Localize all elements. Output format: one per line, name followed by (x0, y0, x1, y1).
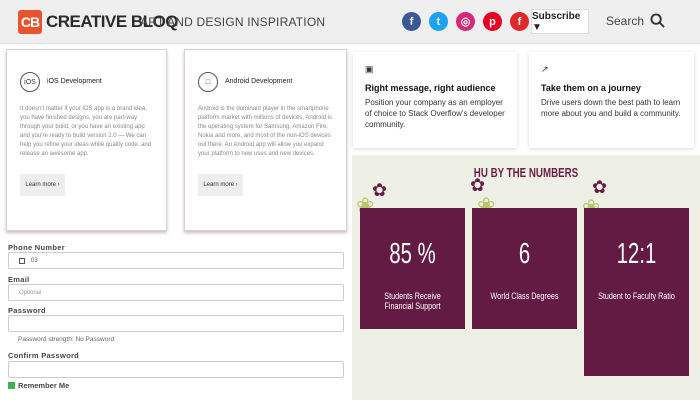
android-icon: □ (198, 72, 218, 92)
twitter-icon[interactable]: t (429, 12, 448, 31)
card-ios: iOS iOS Development It doesn't matter if… (6, 49, 167, 231)
feature-title: Right message, right audience (365, 83, 496, 93)
email-placeholder: Optional (19, 289, 42, 296)
card-title: Android Development (225, 78, 293, 85)
remember-checkbox[interactable] (8, 382, 15, 389)
confirm-password-label: Confirm Password (8, 351, 80, 360)
instagram-icon[interactable]: ◎ (456, 12, 475, 31)
password-strength: Password strength: No Password (18, 336, 115, 343)
card-description: It doesn't matter if your iOS app is a b… (20, 106, 152, 157)
stat-card: 85 % Students Receive Financial Support (360, 208, 465, 329)
learn-more-button[interactable]: Learn more › (198, 174, 243, 196)
feature-description: Drive users down the best path to learn … (541, 98, 681, 118)
stat-card: 12:1 Student to Faculty Ratio (584, 208, 689, 376)
stat-label: Students Receive Financial Support (384, 291, 441, 311)
facebook-icon[interactable]: f (402, 12, 421, 31)
flipboard-icon[interactable]: f (510, 12, 529, 31)
learn-more-button[interactable]: Learn more › (20, 174, 65, 196)
email-input[interactable]: Optional (8, 284, 344, 301)
confirm-password-input[interactable] (8, 361, 344, 378)
password-input[interactable] (8, 315, 344, 332)
tagline: ART AND DESIGN INSPIRATION (140, 15, 326, 29)
message-icon: ▣ (365, 64, 374, 74)
phone-label: Phone Number (8, 243, 65, 252)
feature-description: Position your company as an employer of … (365, 98, 505, 129)
ios-icon: iOS (20, 72, 40, 92)
password-label: Password (8, 306, 46, 315)
stat-value: 12:1 (616, 238, 657, 270)
stat-label: World Class Degrees (490, 291, 559, 301)
feature-title: Take them on a journey (541, 83, 641, 93)
stat-card: 6 World Class Degrees (472, 208, 577, 329)
search-label: Search (606, 13, 645, 28)
site-header: CB CREATIVE BLOQ ART AND DESIGN INSPIRAT… (0, 0, 700, 44)
phone-flag-icon (19, 257, 25, 264)
card-android: □ Android Development Android is the dom… (184, 49, 347, 231)
stat-value: 6 (518, 238, 531, 270)
stat-label: Student to Faculty Ratio (598, 291, 675, 301)
remember-label: Remember Me (18, 381, 70, 390)
phone-input[interactable]: 03 (8, 252, 344, 269)
stat-value: 85 % (389, 238, 436, 270)
email-label: Email (8, 275, 30, 284)
stats-heading: HU BY THE NUMBERS (473, 165, 579, 180)
phone-value: 03 (31, 257, 38, 264)
pinterest-icon[interactable]: p (483, 12, 502, 31)
search-icon (650, 13, 665, 28)
search-button[interactable]: Search (606, 13, 665, 28)
trend-icon: ↗ (541, 64, 549, 74)
social-icons: f t ◎ p f (402, 12, 529, 31)
logo-mark: CB (18, 10, 42, 34)
card-description: Android is the dominant player in the sm… (198, 106, 333, 157)
stats-section: HU BY THE NUMBERS ✿ ❀ ✿ ❀ ✿ ❀ 85 % Stude… (352, 155, 700, 400)
remember-me[interactable]: Remember Me (8, 381, 69, 390)
feature-card: ↗ Take them on a journey Drive users dow… (529, 52, 694, 148)
subscribe-button[interactable]: Subscribe ▼ (531, 9, 589, 34)
card-title: iOS Development (47, 78, 102, 85)
feature-card: ▣ Right message, right audience Position… (353, 52, 517, 148)
